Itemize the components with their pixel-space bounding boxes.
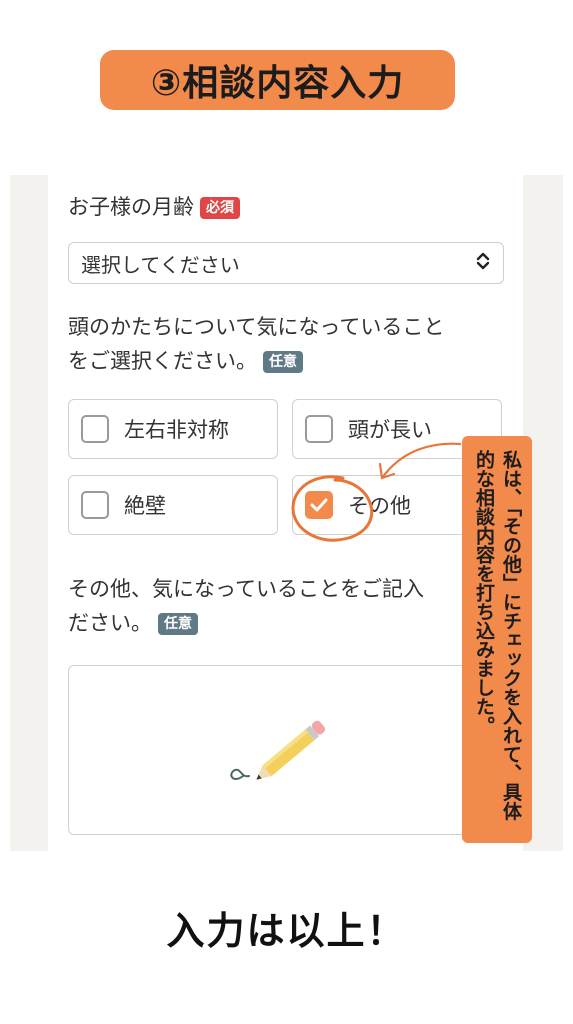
age-label-row: お子様の月齢 必須 — [68, 191, 240, 225]
optional-badge: 任意 — [263, 350, 303, 373]
curved-arrow-icon — [378, 442, 462, 480]
pencil-icon — [230, 720, 326, 780]
concern-label: 頭のかたちについて気になっていること をご選択ください。 任意 — [68, 311, 508, 378]
concern-label-line2: をご選択ください。 — [68, 348, 257, 373]
option-label: 左右非対称 — [124, 418, 229, 442]
concern-label-line2-row: をご選択ください。 任意 — [68, 345, 508, 379]
other-label-line2-row: ださい。 任意 — [68, 607, 528, 641]
option-label: 絶壁 — [124, 494, 166, 518]
other-label: その他、気になっていることをご記入 ださい。 任意 — [68, 573, 528, 640]
checkbox[interactable] — [81, 491, 109, 519]
checkbox[interactable] — [81, 415, 109, 443]
concern-label-line1: 頭のかたちについて気になっていること — [68, 315, 445, 339]
callout-note: 私は、「その他」にチェックを入れて、具体的な相談内容を打ち込みました。 — [462, 436, 532, 843]
step-title: ③相談内容入力 — [100, 50, 455, 110]
callout-text: 私は、「その他」にチェックを入れて、具体的な相談内容を打ち込みました。 — [473, 450, 522, 821]
age-label: お子様の月齢 — [68, 195, 194, 219]
footer-text: 入力は以上！ — [166, 909, 407, 953]
checkbox[interactable] — [305, 415, 333, 443]
required-badge: 必須 — [200, 197, 240, 219]
select-value: 選択してください — [81, 252, 240, 277]
optional-badge: 任意 — [158, 612, 198, 635]
age-select[interactable]: 選択してください — [68, 242, 504, 284]
other-textarea[interactable] — [68, 665, 506, 835]
select-arrows-icon — [475, 251, 491, 276]
other-label-line2: ださい。 — [68, 610, 152, 635]
other-label-line1: その他、気になっていることをご記入 — [68, 577, 424, 601]
option-asymmetry[interactable]: 左右非対称 — [68, 399, 278, 459]
option-flat-head[interactable]: 絶壁 — [68, 475, 278, 535]
